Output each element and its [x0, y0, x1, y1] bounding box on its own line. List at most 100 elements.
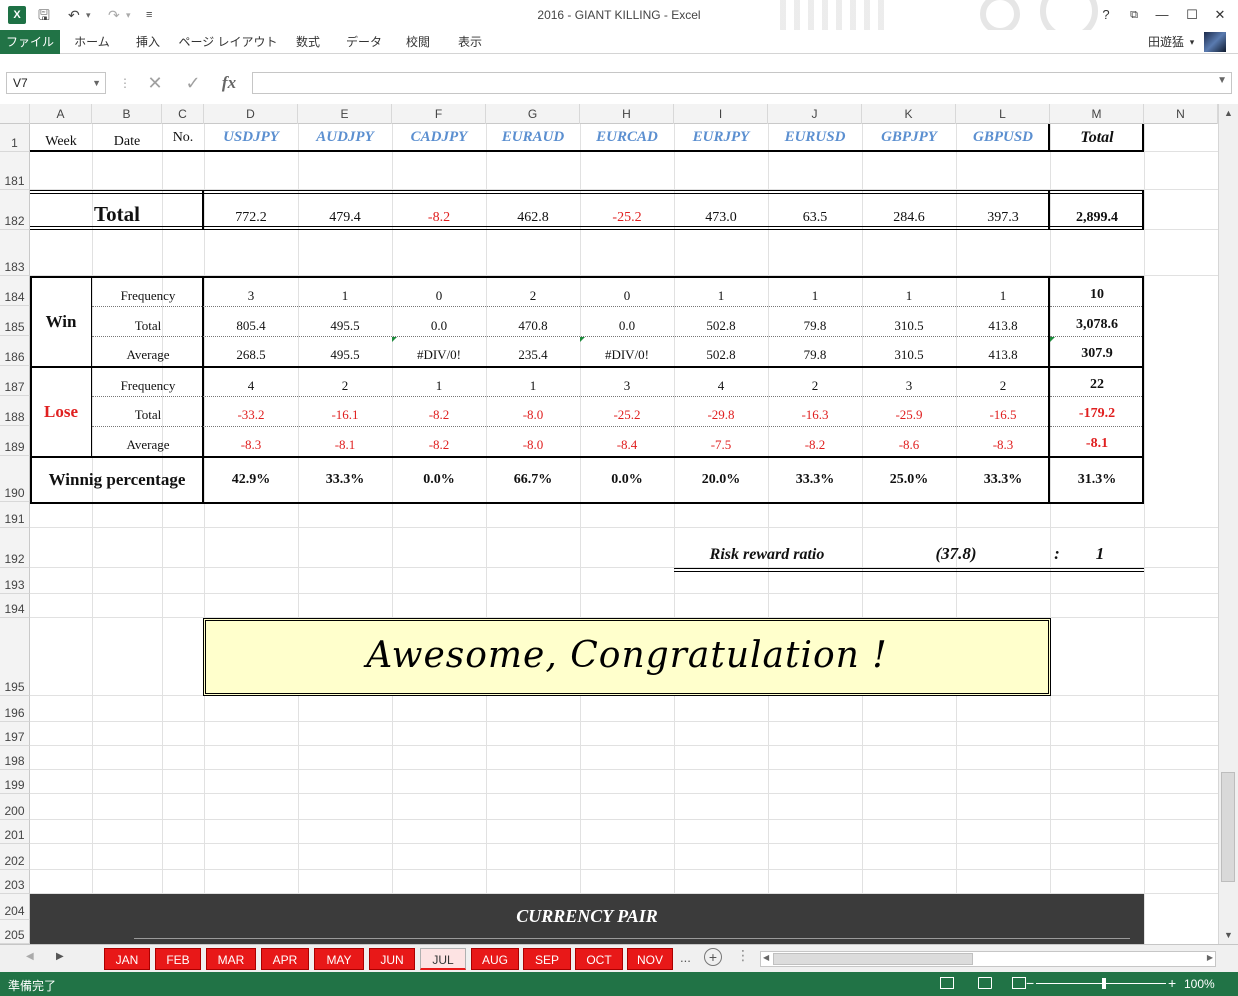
column-header[interactable]: F [392, 104, 486, 124]
column-header[interactable]: K [862, 104, 956, 124]
formula-input[interactable]: ▼ [252, 72, 1232, 94]
tab-formulas[interactable]: 数式 [284, 30, 332, 54]
zoom-level[interactable]: 100% [1184, 977, 1215, 991]
scroll-down-icon[interactable]: ▼ [1219, 930, 1238, 940]
expand-formula-icon[interactable]: ▼ [1217, 75, 1227, 86]
user-name[interactable]: 田遊猛 [1148, 30, 1184, 54]
row-header[interactable]: 191 [0, 502, 30, 528]
tab-review[interactable]: 校閲 [396, 30, 440, 54]
row-header[interactable]: 195 [0, 618, 30, 696]
row-header[interactable]: 181 [0, 152, 30, 190]
help-button[interactable]: ? [1096, 5, 1116, 25]
row-header[interactable]: 196 [0, 696, 30, 722]
tab-data[interactable]: データ [338, 30, 390, 54]
scroll-right-icon[interactable]: ▶ [1207, 953, 1213, 962]
column-header[interactable]: H [580, 104, 674, 124]
row-header[interactable]: 200 [0, 794, 30, 820]
row-header[interactable]: 187 [0, 366, 30, 396]
next-sheet-icon[interactable]: ▶ [56, 951, 64, 962]
user-dropdown-icon[interactable]: ▾ [1186, 30, 1198, 54]
row-header[interactable]: 193 [0, 568, 30, 594]
ribbon-display-options-icon[interactable]: ⧉ [1124, 5, 1144, 25]
column-header[interactable]: E [298, 104, 392, 124]
page-layout-view-icon[interactable] [978, 977, 992, 989]
sheet-tab[interactable]: NOV [627, 948, 673, 970]
horizontal-scrollbar[interactable]: ◀ ▶ [760, 951, 1216, 967]
avatar[interactable] [1204, 32, 1226, 52]
tab-page-layout[interactable]: ページ レイアウト [178, 30, 278, 54]
tab-insert[interactable]: 挿入 [124, 30, 172, 54]
sheet-tab[interactable]: AUG [471, 948, 519, 970]
row-header[interactable]: 189 [0, 426, 30, 456]
prev-sheet-icon[interactable]: ◀ [26, 951, 34, 962]
sheet-tab[interactable]: OCT [575, 948, 623, 970]
scrollbar-thumb[interactable] [773, 953, 973, 965]
column-header[interactable]: D [204, 104, 298, 124]
column-header[interactable]: C [162, 104, 204, 124]
column-header[interactable]: A [30, 104, 92, 124]
scroll-up-icon[interactable]: ▲ [1219, 108, 1238, 118]
column-header[interactable]: J [768, 104, 862, 124]
tab-view[interactable]: 表示 [446, 30, 494, 54]
row-header[interactable]: 192 [0, 528, 30, 568]
scrollbar-thumb[interactable] [1221, 772, 1235, 882]
tab-file[interactable]: ファイル [0, 30, 60, 54]
sheet-tab[interactable]: MAR [206, 948, 256, 970]
tab-home[interactable]: ホーム [66, 30, 118, 54]
more-sheets-button[interactable]: ... [680, 950, 691, 965]
error-indicator-icon[interactable] [580, 337, 585, 342]
row-header[interactable]: 184 [0, 276, 30, 306]
column-header[interactable]: B [92, 104, 162, 124]
row-header[interactable]: 198 [0, 746, 30, 770]
row-header[interactable]: 190 [0, 456, 30, 502]
row-header[interactable]: 188 [0, 396, 30, 426]
row-header[interactable]: 205 [0, 920, 30, 944]
scroll-left-icon[interactable]: ◀ [763, 953, 769, 962]
sheet-tab[interactable]: APR [261, 948, 309, 970]
worksheet-grid[interactable]: A B C D E F G H I J K L M N 1 181 182 18… [0, 104, 1218, 944]
column-header[interactable]: N [1144, 104, 1218, 124]
zoom-out-icon[interactable]: − [1026, 975, 1034, 991]
row-header[interactable]: 201 [0, 820, 30, 844]
minimize-button[interactable]: — [1152, 5, 1172, 25]
page-break-view-icon[interactable] [1012, 977, 1026, 989]
row-header[interactable]: 185 [0, 306, 30, 336]
error-indicator-icon[interactable] [1050, 337, 1055, 342]
name-box[interactable]: V7 ▼ [6, 72, 106, 94]
row-header[interactable]: 203 [0, 870, 30, 894]
add-sheet-icon[interactable]: + [704, 948, 722, 966]
row-header[interactable]: 197 [0, 722, 30, 746]
split-handle-icon[interactable]: ⋮ [736, 947, 750, 964]
sheet-tab[interactable]: JUN [369, 948, 415, 970]
row-header[interactable]: 182 [0, 190, 30, 230]
vertical-scrollbar[interactable]: ▲ ▼ [1218, 104, 1238, 944]
sheet-tab[interactable]: SEP [523, 948, 571, 970]
column-header[interactable]: I [674, 104, 768, 124]
cancel-icon[interactable]: ✕ [144, 72, 166, 94]
chevron-down-icon[interactable]: ▼ [92, 73, 101, 93]
row-header[interactable]: 202 [0, 844, 30, 870]
normal-view-icon[interactable] [940, 977, 954, 989]
column-header[interactable]: L [956, 104, 1050, 124]
zoom-in-icon[interactable]: + [1168, 975, 1176, 991]
error-indicator-icon[interactable] [392, 337, 397, 342]
close-button[interactable]: ✕ [1210, 5, 1230, 25]
sheet-tab-active[interactable]: JUL [420, 948, 466, 970]
sheet-tab[interactable]: FEB [155, 948, 201, 970]
row-header[interactable]: 183 [0, 230, 30, 276]
insert-function-icon[interactable]: fx [218, 72, 240, 94]
column-header[interactable]: M [1050, 104, 1144, 124]
row-header[interactable]: 1 [0, 124, 30, 152]
row-header[interactable]: 199 [0, 770, 30, 794]
zoom-slider[interactable] [1036, 983, 1166, 984]
zoom-slider-handle[interactable] [1102, 978, 1106, 989]
sheet-tab[interactable]: MAY [314, 948, 364, 970]
select-all-corner[interactable] [0, 104, 30, 124]
row-header[interactable]: 204 [0, 894, 30, 920]
row-header[interactable]: 194 [0, 594, 30, 618]
column-header[interactable]: G [486, 104, 580, 124]
sheet-tab[interactable]: JAN [104, 948, 150, 970]
enter-icon[interactable]: ✓ [182, 72, 204, 94]
maximize-button[interactable]: ☐ [1182, 5, 1202, 25]
row-header[interactable]: 186 [0, 336, 30, 366]
